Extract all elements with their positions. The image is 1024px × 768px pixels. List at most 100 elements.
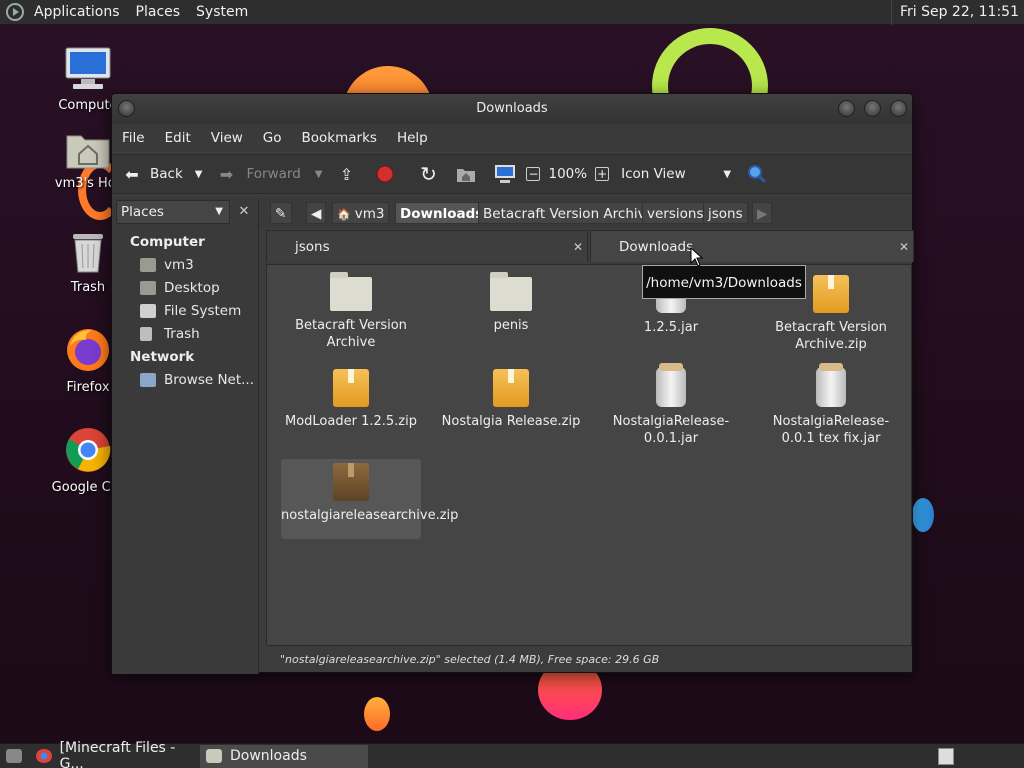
- distro-logo-icon[interactable]: [6, 3, 24, 21]
- applications-menu[interactable]: Applications: [26, 0, 128, 25]
- archive-icon: [813, 275, 849, 313]
- window-menu-button[interactable]: [118, 100, 135, 117]
- file-item-selected[interactable]: nostalgiareleasearchive.zip: [281, 459, 458, 539]
- home-folder-icon: [66, 135, 110, 169]
- file-item[interactable]: NostalgiaRelease-0.0.1 tex fix.jar: [761, 363, 901, 447]
- sidebar-type-label: Places: [121, 204, 164, 220]
- chevron-down-icon: ▼: [314, 168, 323, 180]
- tab-label: jsons: [295, 239, 330, 255]
- folder-icon: [330, 272, 372, 311]
- file-item[interactable]: penis: [441, 271, 581, 334]
- taskbar-item-downloads[interactable]: Downloads: [200, 744, 368, 768]
- file-name: Betacraft Version Archive: [295, 318, 407, 350]
- close-sidebar-button[interactable]: ✕: [234, 202, 254, 222]
- reload-button[interactable]: ↻: [416, 154, 440, 194]
- sidebar-item-browse-network[interactable]: Browse Net...: [140, 370, 254, 390]
- home-folder-icon: [140, 258, 156, 272]
- zoom-level[interactable]: 100%: [548, 154, 587, 194]
- minimize-button[interactable]: [838, 100, 855, 117]
- menu-file[interactable]: File: [112, 130, 155, 146]
- up-button[interactable]: ⇪: [334, 154, 358, 194]
- jar-icon: [816, 363, 846, 407]
- clock[interactable]: Fri Sep 22, 11:51: [890, 0, 1019, 25]
- tab-downloads[interactable]: Downloads ✕: [590, 230, 914, 262]
- menu-help[interactable]: Help: [387, 130, 438, 146]
- zoom-in-icon: +: [595, 167, 610, 181]
- chrome-icon: [36, 749, 52, 763]
- forward-arrow-icon: ➡: [219, 164, 234, 184]
- file-name: NostalgiaRelease-0.0.1.jar: [612, 414, 730, 446]
- wallpaper-blob: [364, 697, 390, 731]
- chevron-left-icon: ◀: [311, 206, 322, 222]
- file-item[interactable]: ModLoader 1.2.5.zip: [281, 365, 421, 430]
- reload-icon: ↻: [420, 162, 437, 186]
- edit-pencil-icon: ✎: [275, 206, 287, 222]
- sidebar-section-computer: Computer: [130, 234, 205, 250]
- menu-bookmarks[interactable]: Bookmarks: [292, 130, 387, 146]
- close-button[interactable]: [890, 100, 907, 117]
- firefox-icon: [67, 329, 109, 371]
- forward-history-dropdown[interactable]: ▼: [315, 154, 323, 194]
- zoom-in-button[interactable]: +: [595, 154, 610, 194]
- back-button[interactable]: ⬅ Back: [120, 154, 183, 194]
- breadcrumb-vm3[interactable]: 🏠 vm3: [332, 202, 390, 224]
- sidebar-item-vm3[interactable]: vm3: [140, 255, 194, 275]
- drive-icon: [140, 304, 156, 318]
- close-tab-icon[interactable]: ✕: [899, 231, 909, 263]
- tab-jsons[interactable]: jsons ✕: [266, 230, 588, 262]
- file-manager-window: Downloads File Edit View Go Bookmarks He…: [111, 93, 914, 674]
- places-menu[interactable]: Places: [128, 0, 189, 25]
- taskbar-item-chrome[interactable]: [Minecraft Files - G...: [30, 740, 200, 768]
- breadcrumb-versions[interactable]: versions: [642, 202, 709, 224]
- home-button[interactable]: [456, 154, 476, 194]
- forward-label: Forward: [246, 166, 301, 182]
- computer-button[interactable]: [494, 154, 516, 194]
- stop-button[interactable]: [376, 154, 394, 194]
- view-mode-label: Icon View: [621, 166, 686, 182]
- breadcrumb-label: vm3: [354, 206, 385, 222]
- sidebar-item-trash[interactable]: Trash: [140, 324, 200, 344]
- folder-icon: [206, 749, 222, 763]
- back-label: Back: [150, 166, 183, 182]
- show-desktop-icon: [6, 749, 22, 763]
- file-item[interactable]: NostalgiaRelease-0.0.1.jar: [601, 363, 741, 447]
- sidebar-item-desktop[interactable]: Desktop: [140, 278, 220, 298]
- search-button[interactable]: [747, 154, 767, 194]
- view-mode-select[interactable]: Icon View ▼: [621, 154, 731, 194]
- menu-view[interactable]: View: [201, 130, 253, 146]
- file-item[interactable]: Betacraft Version Archive: [281, 271, 421, 351]
- maximize-button[interactable]: [864, 100, 881, 117]
- chevron-down-icon: ▼: [194, 168, 203, 180]
- menu-go[interactable]: Go: [253, 130, 292, 146]
- toggle-location-entry-button[interactable]: ✎: [270, 202, 292, 224]
- breadcrumb-scroll-left[interactable]: ◀: [306, 202, 326, 224]
- breadcrumb-jsons[interactable]: jsons: [703, 202, 748, 224]
- sidebar-item-label: File System: [164, 303, 242, 319]
- mouse-cursor-icon: [690, 247, 704, 267]
- system-menu[interactable]: System: [188, 0, 256, 25]
- archive-icon: [333, 463, 369, 501]
- chrome-icon: [66, 428, 111, 472]
- back-history-dropdown[interactable]: ▼: [195, 154, 203, 194]
- zoom-out-button[interactable]: −: [526, 154, 541, 194]
- zoom-out-icon: −: [526, 167, 541, 181]
- file-item[interactable]: Nostalgia Release.zip: [441, 365, 581, 430]
- file-name: penis: [493, 318, 529, 333]
- close-tab-icon[interactable]: ✕: [573, 231, 583, 263]
- file-icon-view[interactable]: Betacraft Version Archive penis 1.2.5.ja…: [266, 264, 912, 646]
- file-name: 1.2.5.jar: [643, 320, 699, 335]
- breadcrumb-betacraft[interactable]: Betacraft Version Archive: [478, 202, 659, 224]
- wallpaper-blob: [912, 498, 934, 532]
- search-icon: [748, 165, 767, 184]
- menu-edit[interactable]: Edit: [155, 130, 201, 146]
- window-titlebar[interactable]: Downloads: [112, 94, 912, 124]
- breadcrumb-downloads[interactable]: Downloads: [395, 202, 489, 224]
- bottom-panel: [Minecraft Files - G... Downloads: [0, 740, 1024, 768]
- sidebar-item-file-system[interactable]: File System: [140, 301, 241, 321]
- file-name: ModLoader 1.2.5.zip: [285, 414, 417, 429]
- workspace-switcher[interactable]: [938, 748, 954, 765]
- forward-button[interactable]: ➡ Forward: [214, 154, 301, 194]
- sidebar-type-select[interactable]: Places ▼: [116, 200, 230, 224]
- show-desktop-button[interactable]: [0, 745, 30, 768]
- breadcrumb-scroll-right[interactable]: ▶: [752, 202, 772, 224]
